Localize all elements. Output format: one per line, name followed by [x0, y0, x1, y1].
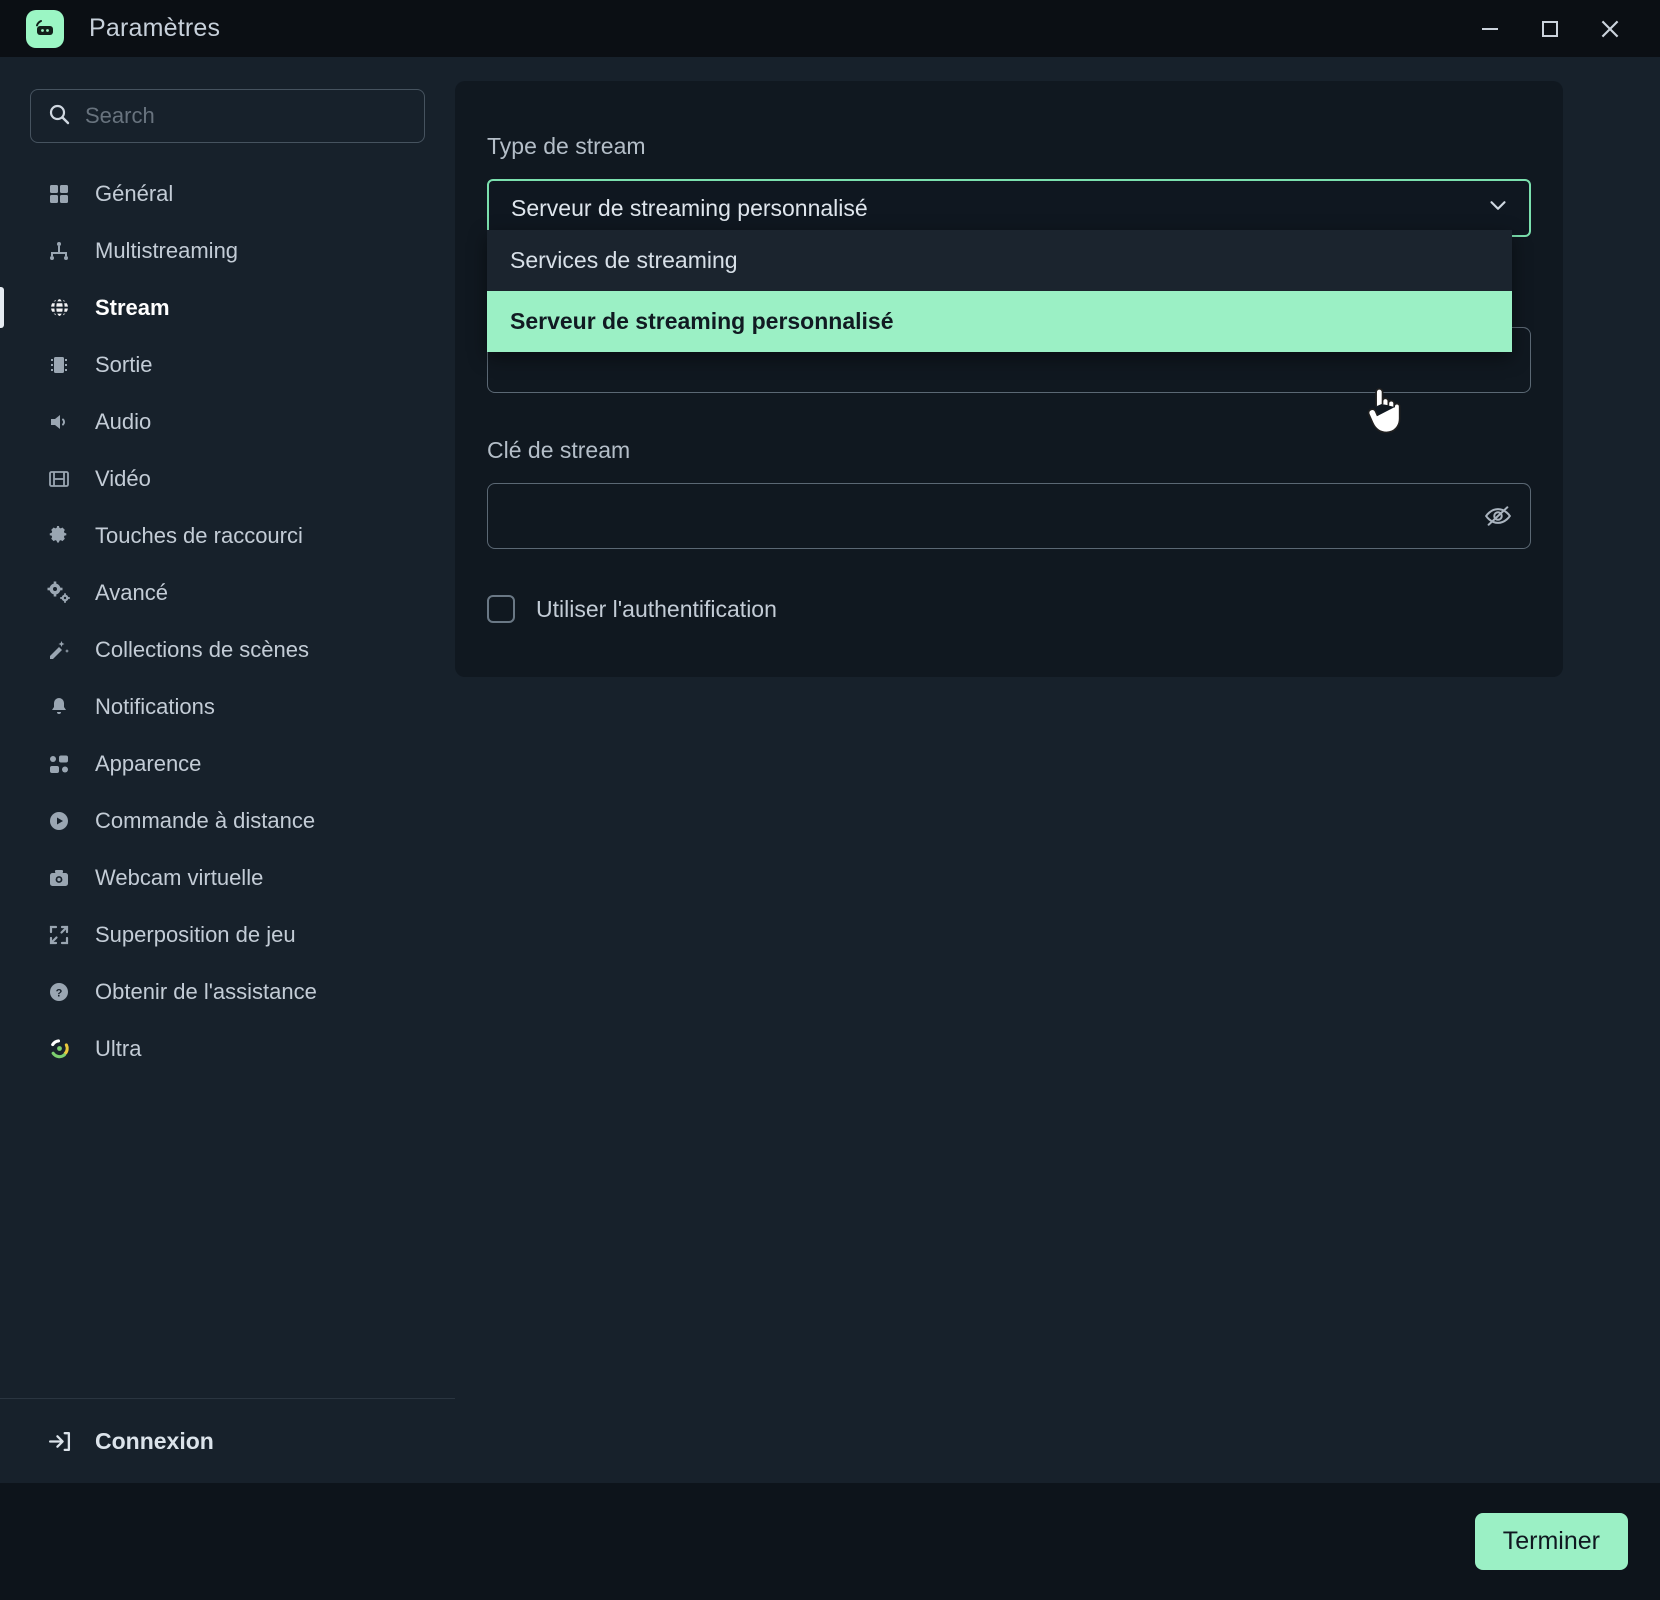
- sidebar-item-stream[interactable]: Stream: [0, 279, 455, 336]
- multistream-icon: [44, 236, 74, 266]
- title-bar: Paramètres: [0, 0, 1660, 57]
- sidebar-item-label: Notifications: [95, 694, 215, 720]
- stream-type-dropdown[interactable]: Services de streaming Serveur de streami…: [487, 230, 1512, 352]
- sidebar-item-label: Superposition de jeu: [95, 922, 296, 948]
- dropdown-option-streaming-services[interactable]: Services de streaming: [487, 230, 1512, 291]
- expand-icon: [44, 920, 74, 950]
- sidebar-item-ultra[interactable]: Ultra: [0, 1020, 455, 1077]
- gear-icon: [44, 521, 74, 551]
- stream-key-label: Clé de stream: [487, 437, 1531, 464]
- sidebar-item-label: Multistreaming: [95, 238, 238, 264]
- sidebar-item-virtual-webcam[interactable]: Webcam virtuelle: [0, 849, 455, 906]
- sidebar-item-label: Collections de scènes: [95, 637, 309, 663]
- sidebar-item-label: Stream: [95, 295, 170, 321]
- camera-icon: [44, 863, 74, 893]
- maximize-icon[interactable]: [1520, 0, 1580, 57]
- stream-type-select[interactable]: Serveur de streaming personnalisé: [487, 179, 1531, 237]
- sidebar-item-label: Audio: [95, 409, 151, 435]
- search-box[interactable]: [30, 89, 425, 143]
- login-arrow-icon: [44, 1426, 74, 1456]
- sidebar-item-label: Obtenir de l'assistance: [95, 979, 317, 1005]
- sidebar-item-label: Touches de raccourci: [95, 523, 303, 549]
- sidebar-item-game-overlay[interactable]: Superposition de jeu: [0, 906, 455, 963]
- sidebar-nav: Général Multistreaming Stream: [0, 165, 455, 1077]
- close-icon[interactable]: [1580, 0, 1640, 57]
- dropdown-option-custom-server[interactable]: Serveur de streaming personnalisé: [487, 291, 1512, 352]
- sidebar-item-appearance[interactable]: Apparence: [0, 735, 455, 792]
- sidebar-item-audio[interactable]: Audio: [0, 393, 455, 450]
- main-content: Type de stream Serveur de streaming pers…: [455, 57, 1660, 1483]
- gears-icon: [44, 578, 74, 608]
- grid-icon: [44, 179, 74, 209]
- help-circle-icon: ?: [44, 977, 74, 1007]
- dropdown-option-label: Services de streaming: [510, 247, 738, 274]
- dropdown-option-label: Serveur de streaming personnalisé: [510, 308, 894, 335]
- login-button[interactable]: Connexion: [0, 1399, 455, 1483]
- stream-type-label: Type de stream: [487, 133, 1531, 160]
- film-icon: [44, 464, 74, 494]
- sidebar-item-remote-control[interactable]: Commande à distance: [0, 792, 455, 849]
- sidebar-item-label: Général: [95, 181, 173, 207]
- stream-key-input[interactable]: [487, 483, 1531, 549]
- minimize-icon[interactable]: [1460, 0, 1520, 57]
- sidebar-item-label: Sortie: [95, 352, 152, 378]
- search-input[interactable]: [85, 103, 408, 129]
- search-icon: [47, 102, 71, 131]
- speaker-icon: [44, 407, 74, 437]
- sidebar-item-label: Ultra: [95, 1036, 141, 1062]
- ultra-badge-icon: [44, 1034, 74, 1064]
- window-body: Général Multistreaming Stream: [0, 57, 1660, 1483]
- svg-text:?: ?: [56, 987, 63, 999]
- sidebar-item-label: Avancé: [95, 580, 168, 606]
- globe-icon: [44, 293, 74, 323]
- play-circle-icon: [44, 806, 74, 836]
- sidebar-item-label: Apparence: [95, 751, 201, 777]
- sidebar-item-notifications[interactable]: Notifications: [0, 678, 455, 735]
- field-spacer-2: [487, 393, 1531, 437]
- window-title: Paramètres: [89, 14, 220, 43]
- eye-off-icon[interactable]: [1483, 501, 1513, 531]
- use-auth-label: Utiliser l'authentification: [536, 596, 777, 623]
- streamlabs-logo-icon: [26, 10, 64, 48]
- window-controls: [1460, 0, 1660, 57]
- sidebar-item-sortie[interactable]: Sortie: [0, 336, 455, 393]
- stream-key-field-wrap: [487, 483, 1531, 549]
- layout-dots-icon: [44, 749, 74, 779]
- sidebar: Général Multistreaming Stream: [0, 57, 455, 1483]
- sidebar-item-get-support[interactable]: ? Obtenir de l'assistance: [0, 963, 455, 1020]
- magic-wand-icon: [44, 635, 74, 665]
- sidebar-item-hotkeys[interactable]: Touches de raccourci: [0, 507, 455, 564]
- use-auth-row[interactable]: Utiliser l'authentification: [487, 595, 1531, 623]
- sidebar-item-general[interactable]: Général: [0, 165, 455, 222]
- stream-settings-panel: Type de stream Serveur de streaming pers…: [455, 81, 1563, 677]
- sidebar-item-label: Commande à distance: [95, 808, 315, 834]
- sidebar-item-video[interactable]: Vidéo: [0, 450, 455, 507]
- chip-icon: [44, 350, 74, 380]
- sidebar-item-advanced[interactable]: Avancé: [0, 564, 455, 621]
- stream-type-selected-value: Serveur de streaming personnalisé: [511, 195, 868, 222]
- chevron-down-icon[interactable]: [1485, 192, 1511, 224]
- sidebar-item-multistreaming[interactable]: Multistreaming: [0, 222, 455, 279]
- sidebar-spacer: [0, 1077, 455, 1398]
- settings-window: Paramètres: [0, 0, 1660, 1600]
- use-auth-checkbox[interactable]: [487, 595, 515, 623]
- login-label: Connexion: [95, 1428, 214, 1455]
- sidebar-item-label: Vidéo: [95, 466, 151, 492]
- sidebar-item-label: Webcam virtuelle: [95, 865, 263, 891]
- sidebar-item-scene-collections[interactable]: Collections de scènes: [0, 621, 455, 678]
- finish-button[interactable]: Terminer: [1475, 1513, 1628, 1570]
- footer-bar: Terminer: [0, 1483, 1660, 1600]
- bell-icon: [44, 692, 74, 722]
